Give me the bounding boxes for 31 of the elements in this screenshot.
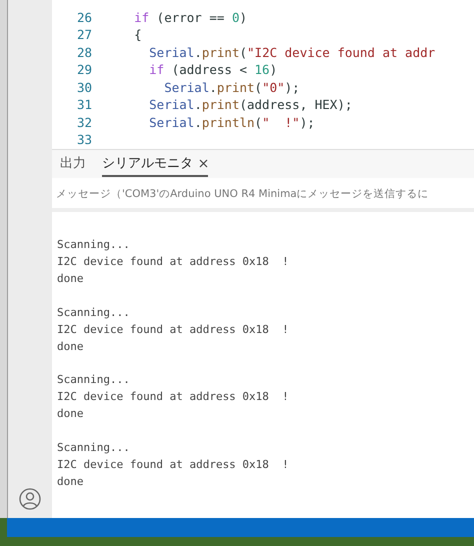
code-line: Serial.println(" !"); — [148, 114, 315, 130]
output-line: done — [57, 406, 84, 422]
line-number: 26 — [76, 10, 92, 25]
line-number: 31 — [76, 97, 92, 112]
output-line: I2C device found at address 0x18 ! — [57, 254, 290, 270]
output-line: done — [57, 271, 84, 287]
code-line: { — [133, 27, 142, 42]
output-line: done — [57, 474, 84, 490]
panel-tab[interactable]: シリアルモニタ — [102, 151, 208, 177]
output-line: I2C device found at address 0x18 ! — [57, 389, 290, 405]
code-line: Serial.print("I2C device found at addr — [148, 44, 436, 60]
line-number: 29 — [76, 62, 92, 78]
line-number: 30 — [76, 80, 92, 95]
line-number: 32 — [76, 114, 92, 130]
line-number: 28 — [76, 44, 92, 60]
output-line: Scanning... — [57, 440, 131, 456]
output-line: Scanning... — [57, 237, 131, 253]
output-line: I2C device found at address 0x18 ! — [57, 322, 290, 338]
line-number: 27 — [76, 27, 92, 42]
output-line: Scanning... — [57, 372, 131, 388]
code-line: if (address < 16) — [148, 62, 278, 78]
output-line: done — [57, 338, 84, 354]
output-line: I2C device found at address 0x18 ! — [57, 456, 290, 472]
close-icon[interactable] — [199, 158, 208, 168]
account-icon[interactable] — [19, 488, 41, 510]
panel-tab[interactable]: 出力 — [60, 151, 86, 177]
code-line: Serial.print("0"); — [163, 80, 300, 95]
output-line: Scanning... — [57, 304, 131, 320]
line-number: 33 — [76, 132, 92, 148]
code-line: if (error == 0) — [133, 10, 248, 25]
code-line: Serial.print(address, HEX); — [148, 97, 352, 112]
